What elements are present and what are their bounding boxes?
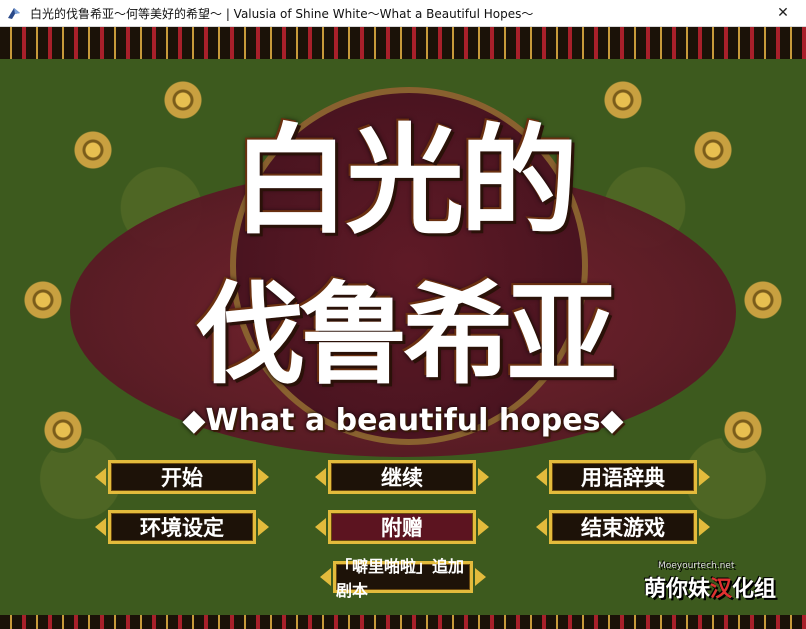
- right-arrow-icon: [478, 518, 489, 536]
- logo-text-1: 萌你妹: [643, 577, 710, 602]
- settings-button[interactable]: 环境设定: [95, 510, 269, 544]
- translation-group-logo: Moeyourtech.net 萌你妹汉化组: [644, 561, 776, 603]
- left-arrow-icon: [320, 568, 331, 586]
- quit-button[interactable]: 结束游戏: [536, 510, 710, 544]
- bonus-label: 附赠: [381, 516, 423, 540]
- right-arrow-icon: [699, 468, 710, 486]
- right-arrow-icon: [258, 468, 269, 486]
- continue-label: 继续: [381, 466, 423, 490]
- game-subtitle: ◆What a beautiful hopes◆: [182, 403, 624, 438]
- left-arrow-icon: [315, 518, 326, 536]
- left-arrow-icon: [95, 468, 106, 486]
- extra-scenario-label: 「噼里啪啦」追加剧本: [336, 557, 465, 600]
- window-controls: ✕: [760, 0, 806, 26]
- window-title: 白光的伐鲁希亚～何等美好的希望～ | Valusia of Shine Whit…: [30, 6, 534, 21]
- left-arrow-icon: [315, 468, 326, 486]
- right-arrow-icon: [478, 468, 489, 486]
- right-arrow-icon: [699, 518, 710, 536]
- close-button[interactable]: ✕: [760, 0, 806, 26]
- quit-label: 结束游戏: [581, 516, 665, 540]
- settings-label: 环境设定: [140, 516, 224, 540]
- ornament-border-top: [0, 27, 806, 59]
- window-titlebar: 白光的伐鲁希亚～何等美好的希望～ | Valusia of Shine Whit…: [0, 0, 806, 27]
- logo-url: Moeyourtech.net: [657, 561, 735, 571]
- start-label: 开始: [161, 466, 203, 490]
- bonus-button[interactable]: 附赠: [315, 510, 489, 544]
- right-arrow-icon: [475, 568, 486, 586]
- extra-scenario-button[interactable]: 「噼里啪啦」追加剧本: [320, 557, 486, 600]
- ornament-border-bottom: [0, 615, 806, 629]
- left-arrow-icon: [536, 518, 547, 536]
- logo-text-3: 化组: [731, 577, 776, 602]
- glossary-button[interactable]: 用语辞典: [536, 460, 710, 494]
- continue-button[interactable]: 继续: [315, 460, 489, 494]
- game-title-line2: 伐鲁希亚: [195, 270, 617, 399]
- title-screen: 白光的 伐鲁希亚 ◆What a beautiful hopes◆ 开始 继续 …: [0, 27, 806, 629]
- close-icon: ✕: [777, 5, 789, 21]
- start-button[interactable]: 开始: [95, 460, 269, 494]
- glossary-label: 用语辞典: [581, 466, 665, 490]
- logo-text-2: 汉: [709, 577, 732, 602]
- app-icon: [8, 8, 20, 19]
- right-arrow-icon: [258, 518, 269, 536]
- game-title-line1: 白光的: [231, 111, 578, 250]
- left-arrow-icon: [536, 468, 547, 486]
- left-arrow-icon: [95, 518, 106, 536]
